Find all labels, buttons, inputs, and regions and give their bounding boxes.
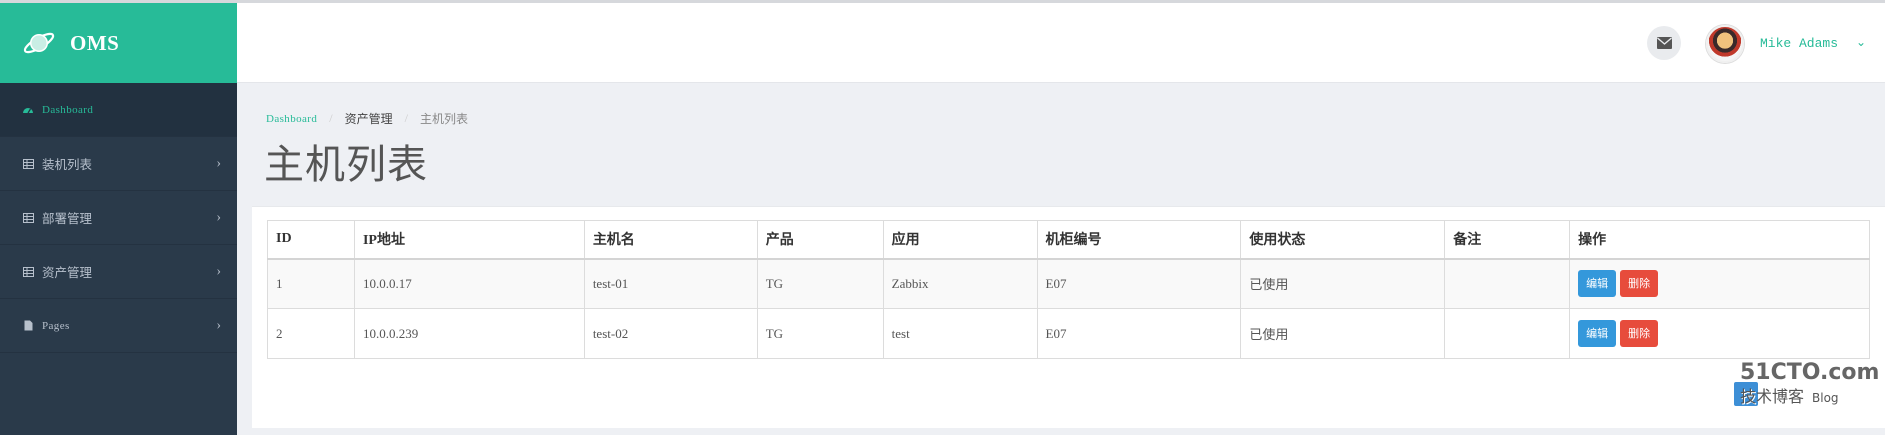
cell-hostname: test-02 — [583, 308, 758, 359]
table-row: 2 10.0.0.239 test-02 TG test E07 已使用 编辑删… — [267, 308, 1870, 359]
cell-product: TG — [756, 308, 884, 359]
table-row: 1 10.0.0.17 test-01 TG Zabbix E07 已使用 编辑… — [267, 258, 1870, 309]
sidebar-item-pages[interactable]: Pages › — [0, 299, 237, 353]
chevron-right-icon: › — [216, 209, 221, 225]
col-header-id: ID — [267, 220, 355, 260]
cell-id: 1 — [267, 258, 355, 309]
sidebar-item-label: 资产管理 — [42, 265, 93, 280]
envelope-icon — [1656, 37, 1672, 49]
col-header-remark: 备注 — [1444, 220, 1571, 260]
table-icon — [22, 158, 34, 170]
breadcrumb-dashboard[interactable]: Dashboard — [266, 113, 317, 125]
col-header-cabinet: 机柜编号 — [1036, 220, 1242, 260]
sidebar-item-label: 部署管理 — [42, 211, 93, 226]
watermark-site: 51CTO.com — [1740, 360, 1880, 385]
cell-app: Zabbix — [882, 258, 1038, 309]
breadcrumb-separator: / — [329, 111, 333, 125]
chevron-right-icon: › — [216, 155, 221, 171]
file-icon — [22, 320, 34, 332]
brand[interactable]: OMS — [0, 3, 237, 83]
cell-status: 已使用 — [1240, 258, 1446, 309]
edit-button[interactable]: 编辑 — [1578, 320, 1617, 347]
col-header-actions: 操作 — [1569, 220, 1870, 260]
sidebar-item-dashboard[interactable]: Dashboard — [0, 83, 237, 137]
watermark: 51CTO.com 技术博客 Blog — [1740, 360, 1880, 420]
watermark-text: 技术博客 — [1740, 387, 1805, 406]
cell-ip: 10.0.0.17 — [353, 258, 585, 309]
chevron-right-icon: › — [216, 263, 221, 279]
delete-button[interactable]: 删除 — [1620, 270, 1659, 298]
col-header-hostname: 主机名 — [583, 220, 758, 260]
cell-ip: 10.0.0.239 — [353, 308, 585, 359]
sidebar-item-install-list[interactable]: 装机列表 › — [0, 137, 237, 191]
col-header-product: 产品 — [756, 220, 884, 260]
col-header-app: 应用 — [882, 220, 1038, 260]
chevron-down-icon[interactable]: ⌄ — [1856, 35, 1866, 50]
sidebar-item-label: 装机列表 — [42, 157, 93, 172]
watermark-blog: Blog — [1812, 391, 1839, 405]
sidebar-item-deploy[interactable]: 部署管理 › — [0, 191, 237, 245]
cell-remark — [1444, 258, 1571, 309]
breadcrumb-current: 主机列表 — [419, 112, 468, 126]
sidebar-item-label: Pages — [42, 319, 70, 332]
cell-status: 已使用 — [1240, 308, 1446, 359]
watermark-subtitle: 技术博客 Blog — [1740, 383, 1880, 407]
delete-button[interactable]: 删除 — [1620, 320, 1659, 347]
avatar[interactable] — [1706, 25, 1744, 63]
col-header-status: 使用状态 — [1240, 220, 1446, 260]
chevron-right-icon: › — [216, 317, 221, 333]
brand-name: OMS — [70, 30, 120, 55]
breadcrumb: Dashboard / 资产管理 / 主机列表 — [266, 110, 468, 127]
host-table: ID IP地址 主机名 产品 应用 机柜编号 使用状态 备注 操作 1 10.0… — [267, 220, 1870, 359]
cell-actions: 编辑 删除 — [1569, 308, 1870, 359]
planet-logo-icon — [23, 32, 55, 54]
table-header-row: ID IP地址 主机名 产品 应用 机柜编号 使用状态 备注 操作 — [267, 220, 1870, 260]
cell-product: TG — [756, 258, 884, 309]
edit-button[interactable]: 编辑 — [1578, 270, 1617, 298]
sidebar-item-assets[interactable]: 资产管理 › — [0, 245, 237, 299]
cell-actions: 编辑 删除 — [1569, 258, 1870, 309]
dashboard-icon — [22, 104, 34, 116]
cell-cabinet: E07 — [1036, 258, 1242, 309]
cell-cabinet: E07 — [1036, 308, 1242, 359]
breadcrumb-separator: / — [404, 111, 408, 125]
messages-button[interactable] — [1647, 26, 1681, 60]
page-title: 主机列表 — [264, 142, 428, 188]
cell-id: 2 — [267, 308, 355, 359]
col-header-ip: IP地址 — [353, 220, 585, 260]
breadcrumb-assets[interactable]: 资产管理 — [345, 110, 393, 127]
top-header — [237, 3, 1885, 83]
sidebar: OMS Dashboard 装机列表 › 部署管理 › 资产管理 › Pages… — [0, 3, 237, 435]
user-name[interactable]: Mike Adams — [1760, 36, 1838, 51]
cell-hostname: test-01 — [583, 258, 758, 309]
table-icon — [22, 266, 34, 278]
cell-app: test — [882, 308, 1038, 359]
table-icon — [22, 212, 34, 224]
sidebar-item-label: Dashboard — [42, 103, 94, 116]
cell-remark — [1444, 308, 1571, 359]
